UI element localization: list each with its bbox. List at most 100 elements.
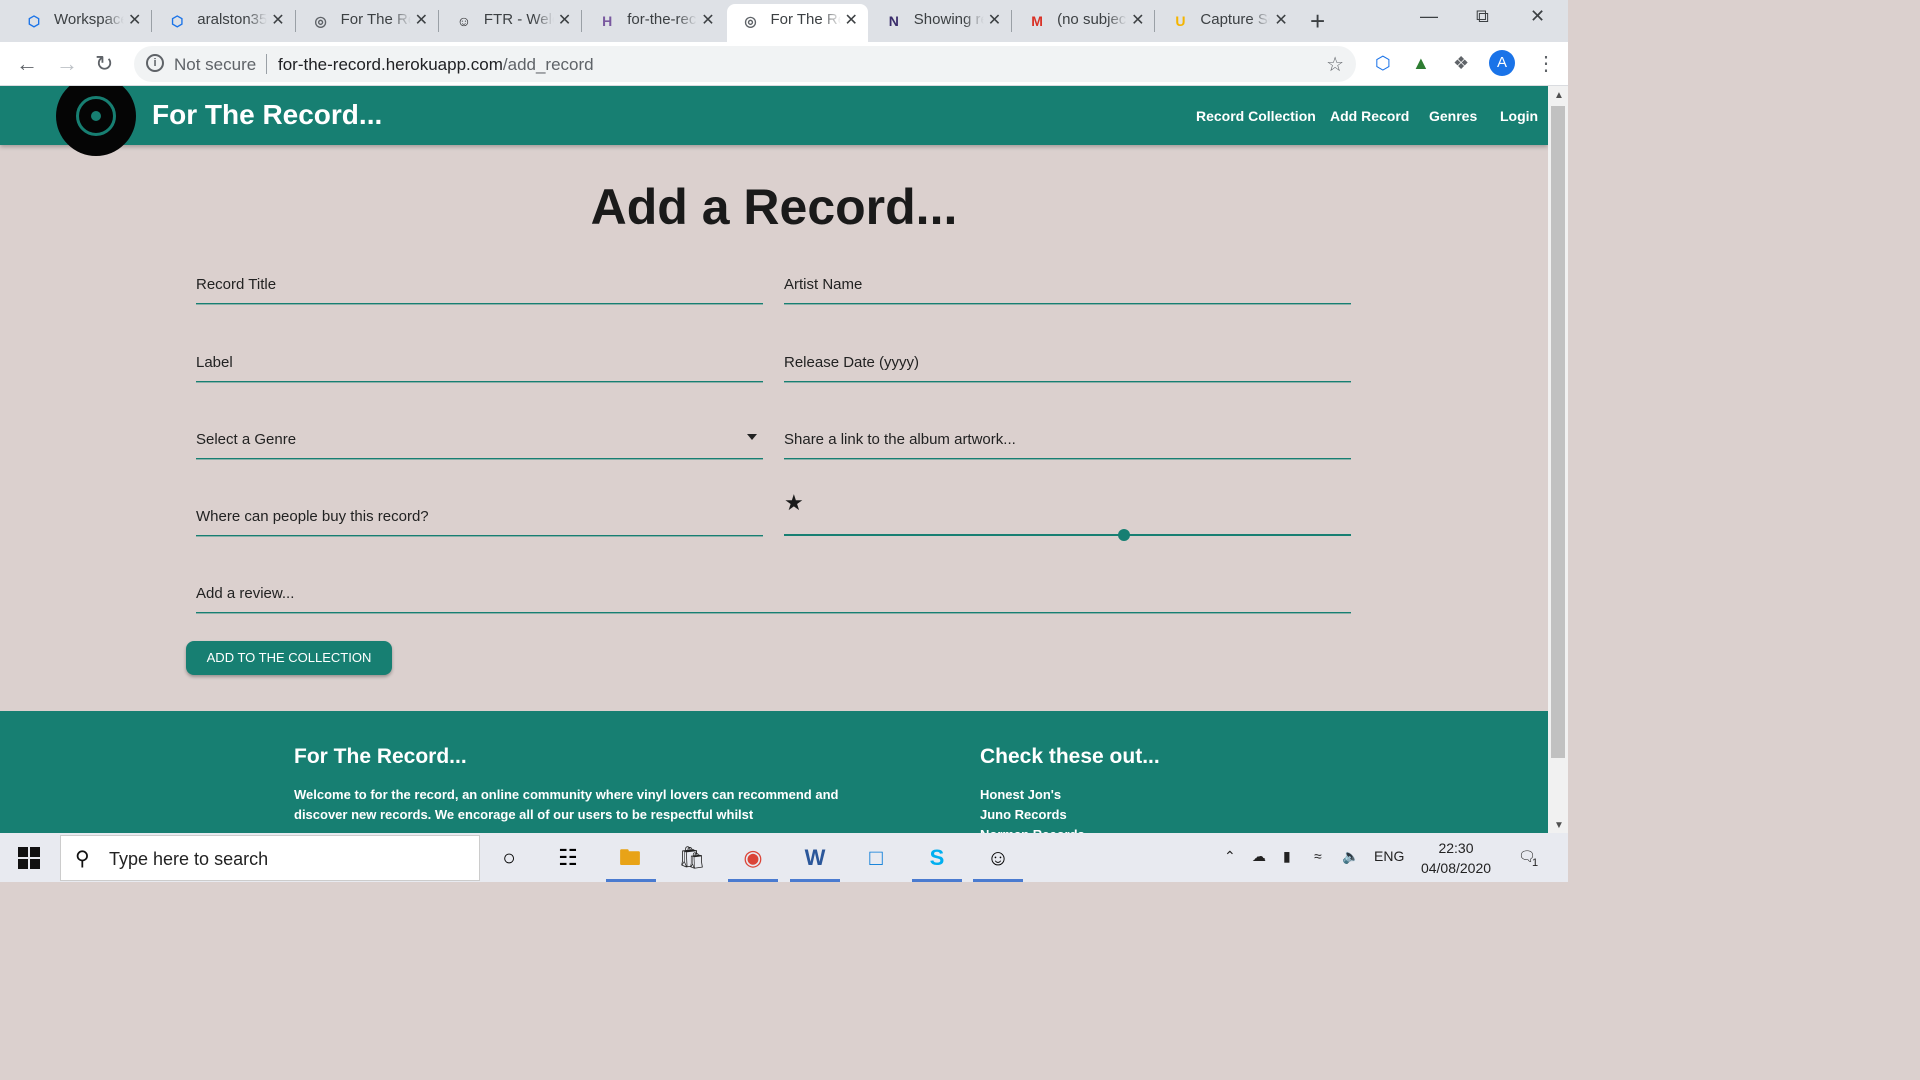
url-host: for-the-record.herokuapp.com [278,55,503,74]
bookmark-star-icon[interactable]: ☆ [1326,52,1344,77]
browser-tab[interactable]: U Capture Screenshot✕ [1156,0,1297,42]
label-input[interactable]: Label [196,350,763,383]
forward-icon[interactable]: → [56,51,78,77]
minimize-button[interactable]: — [1420,6,1438,27]
globe-icon: ◎ [744,12,757,29]
browser-tab-label: FTR - Welcome [483,11,554,28]
close-tab-icon[interactable]: ✕ [558,10,571,30]
taskbar-search-placeholder: Type here to search [109,849,269,869]
browser-tab-label: For The Record [771,11,841,28]
url-text[interactable]: for-the-record.herokuapp.com/add_record [278,55,594,75]
rating-slider-thumb[interactable] [1118,529,1131,541]
file-explorer-icon[interactable]: 🖿 [615,843,645,873]
new-tab-button[interactable]: + [1310,6,1325,37]
wifi-icon[interactable]: ≈ [1314,848,1322,864]
artist-name-input[interactable]: Artist Name [784,272,1351,305]
active-app-indicator [790,879,840,882]
scrollbar-thumb[interactable] [1551,106,1565,758]
nav-login[interactable]: Login [1500,108,1538,124]
close-tab-icon[interactable]: ✕ [271,10,284,30]
footer-link-juno-records[interactable]: Juno Records [980,805,1085,825]
browser-tab[interactable]: ⬡ aralston35 ✕ [153,0,294,42]
browser-tab-label: for-the-record [627,11,698,28]
site-brand[interactable]: For The Record... [152,99,382,131]
nav-record-collection[interactable]: Record Collection [1196,108,1316,124]
nav-genres[interactable]: Genres [1429,108,1477,124]
smiley-app-icon[interactable]: ☺ [983,843,1013,873]
tab-separator [1154,10,1156,32]
menu-kebab-icon[interactable]: ⋮ [1536,51,1556,76]
browser-tab-label: Capture Screenshot [1200,11,1271,28]
browser-tab[interactable]: Hfor-the-record✕ [583,0,724,42]
browser-tab[interactable]: ◎ For The Record✕ [297,0,438,42]
browser-toolbar: ← → ↻ i Not secure for-the-record.heroku… [0,42,1568,86]
nav-add-record[interactable]: Add Record [1330,108,1409,124]
page-title: Add a Record... [590,179,958,235]
puzzle-extensions-icon[interactable]: ❖ [1453,53,1469,74]
restore-button[interactable]: ⧉ [1476,6,1489,27]
browser-tab[interactable]: ⬡ Workspace ✕ [10,0,151,42]
scroll-up-arrow-icon[interactable]: ▲ [1554,90,1564,101]
reload-icon[interactable]: ↻ [95,51,113,77]
info-icon[interactable]: i [146,54,164,72]
close-tab-icon[interactable]: ✕ [701,10,714,30]
close-tab-icon[interactable]: ✕ [988,10,1001,30]
footer-links-title: Check these out... [980,745,1160,768]
notification-count: 1 [1532,857,1539,869]
windows-taskbar: ⚲ Type here to search ○ ☷ 🖿 🛍 ◉ W □ S ☺ … [0,833,1568,882]
browser-tab[interactable]: M (no subject)✕ [1013,0,1154,42]
task-view-icon[interactable]: ☷ [553,843,583,873]
search-icon: ⚲ [75,848,90,870]
footer-link-norman-records[interactable]: Norman Records [980,825,1085,833]
chrome-icon[interactable]: ◉ [738,843,768,873]
onedrive-icon[interactable]: ☁ [1252,848,1266,865]
browser-tab[interactable]: N Showing results✕ [870,0,1011,42]
skype-icon[interactable]: S [922,843,952,873]
close-window-button[interactable]: ✕ [1530,6,1545,27]
tree-extension-icon[interactable]: ▲ [1412,53,1430,74]
page-scrollbar[interactable]: ▲ ▼ [1548,86,1568,833]
address-bar[interactable]: i Not secure for-the-record.herokuapp.co… [134,46,1356,82]
vinyl-record-logo-icon[interactable] [56,86,136,156]
scroll-down-arrow-icon[interactable]: ▼ [1554,820,1564,831]
hexagon-extension-icon[interactable]: ⬡ [1375,53,1391,74]
volume-icon[interactable]: 🔈 [1342,848,1359,865]
footer-link-honest-jons[interactable]: Honest Jon's [980,785,1085,805]
tray-chevron-icon[interactable]: ⌃ [1224,848,1236,865]
close-tab-icon[interactable]: ✕ [415,10,428,30]
genre-select[interactable]: Select a Genre [196,427,763,460]
tab-separator [581,10,583,32]
rating-slider-track[interactable] [784,534,1351,536]
back-icon[interactable]: ← [16,51,38,77]
star-icon: ★ [784,490,804,515]
record-title-input[interactable]: Record Title [196,272,763,305]
profile-avatar[interactable]: A [1489,50,1515,76]
remote-desktop-icon[interactable]: □ [861,843,891,873]
artwork-link-input[interactable]: Share a link to the album artwork... [784,427,1351,460]
review-input[interactable]: Add a review... [196,581,1351,614]
browser-tab-label: (no subject) [1057,11,1128,28]
battery-icon[interactable]: ▮ [1283,848,1291,865]
web-page: For The Record... Record Collection Add … [0,86,1548,833]
windows-start-icon[interactable] [18,847,40,869]
store-icon[interactable]: 🛍 [677,843,707,873]
taskbar-clock[interactable]: 22:30 04/08/2020 [1418,838,1494,878]
add-to-collection-button[interactable]: ADD TO THE COLLECTION [186,641,392,675]
cortana-icon[interactable]: ○ [494,843,524,873]
language-indicator[interactable]: ENG [1374,848,1404,864]
browser-tab[interactable]: ◎ For The Record✕ [726,4,868,42]
not-secure-label[interactable]: Not secure [174,55,256,75]
where-to-buy-input[interactable]: Where can people buy this record? [196,504,763,537]
browser-tab-bar: ⬡Workspace✕⬡aralston35✕◎For The Record✕☺… [0,0,1568,42]
word-icon[interactable]: W [800,843,830,873]
globe-icon: ◎ [314,12,327,29]
close-tab-icon[interactable]: ✕ [128,10,141,30]
close-tab-icon[interactable]: ✕ [1131,10,1144,30]
release-date-input[interactable]: Release Date (yyyy) [784,350,1351,383]
browser-tab-label: Workspace [54,11,124,28]
close-tab-icon[interactable]: ✕ [1274,10,1287,30]
close-tab-icon[interactable]: ✕ [845,10,858,30]
footer-about-text: Welcome to for the record, an online com… [294,787,839,822]
browser-tab[interactable]: ☺ FTR - Welcome✕ [440,0,581,42]
taskbar-search-box[interactable]: ⚲ Type here to search [60,835,480,881]
